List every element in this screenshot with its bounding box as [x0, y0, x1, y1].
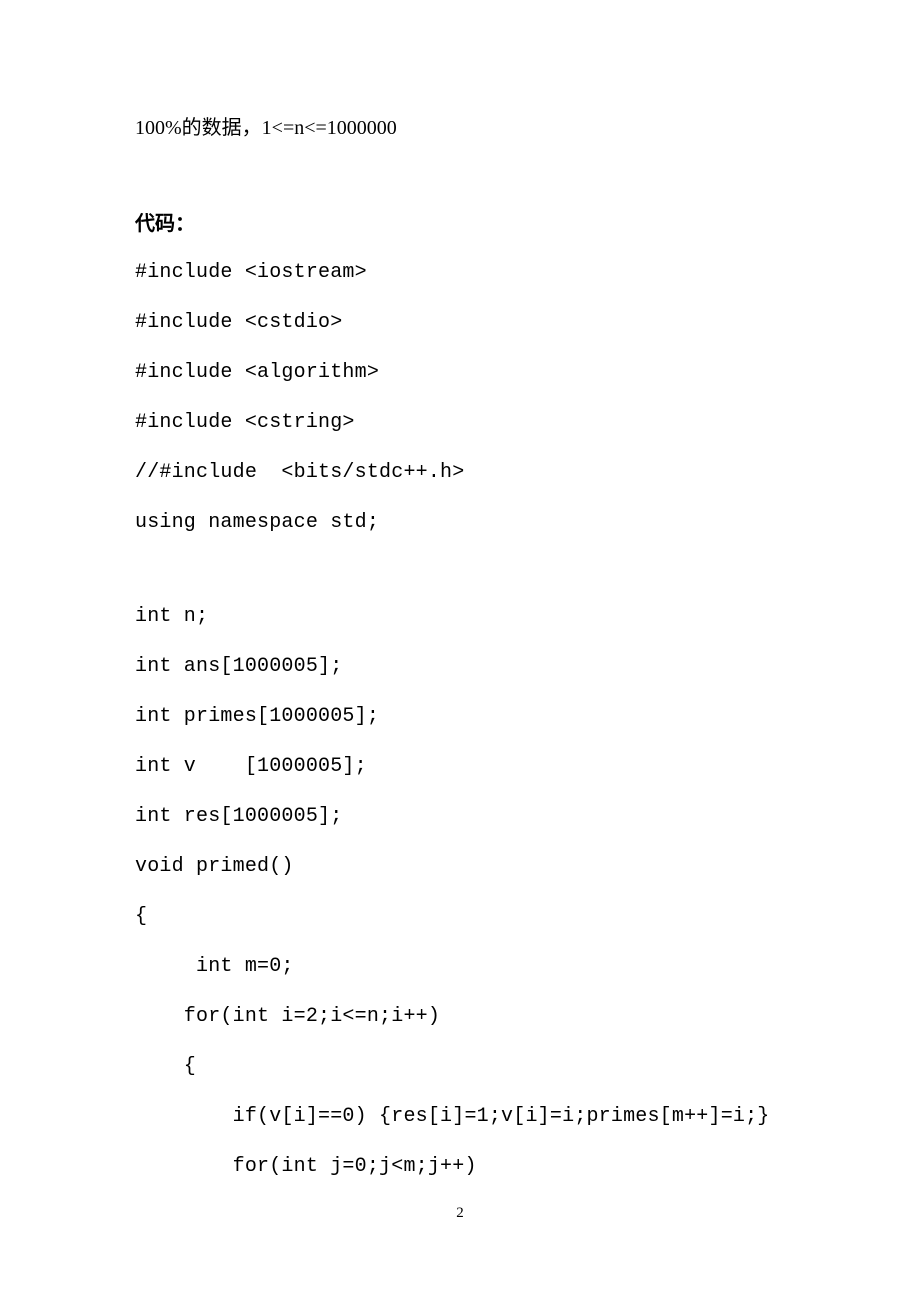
code-line: int primes[1000005]; [135, 704, 785, 730]
code-line: int n; [135, 604, 785, 630]
code-line: for(int i=2;i<=n;i++) [135, 1004, 785, 1030]
document-page: 100%的数据，1<=n<=1000000 代码： #include <iost… [0, 0, 920, 1302]
data-range-text: 100%的数据，1<=n<=1000000 [135, 115, 785, 141]
code-line: if(v[i]==0) {res[i]=1;v[i]=i;primes[m++]… [135, 1104, 785, 1130]
code-line: #include <iostream> [135, 260, 785, 286]
code-line: //#include <bits/stdc++.h> [135, 460, 785, 486]
page-number: 2 [0, 1205, 920, 1222]
code-line: int m=0; [135, 954, 785, 980]
code-line: #include <cstring> [135, 410, 785, 436]
blank-line [135, 560, 785, 604]
code-line: { [135, 1054, 785, 1080]
code-line: void primed() [135, 854, 785, 880]
code-heading: 代码： [135, 207, 785, 236]
code-line: { [135, 904, 785, 930]
code-line: #include <cstdio> [135, 310, 785, 336]
code-line: int v [1000005]; [135, 754, 785, 780]
code-line: int ans[1000005]; [135, 654, 785, 680]
code-line: int res[1000005]; [135, 804, 785, 830]
code-line: #include <algorithm> [135, 360, 785, 386]
code-line: using namespace std; [135, 510, 785, 536]
code-line: for(int j=0;j<m;j++) [135, 1154, 785, 1180]
